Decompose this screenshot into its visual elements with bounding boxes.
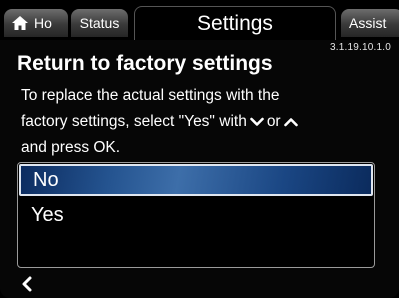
instruction-line-2: factory settings, select "Yes" with or	[21, 109, 391, 135]
chevron-down-icon	[250, 117, 264, 126]
version-number: 3.1.19.10.1.0	[330, 42, 391, 53]
option-yes-label: Yes	[31, 203, 64, 226]
back-arrow-icon[interactable]	[20, 275, 34, 293]
instruction-line-1: To replace the actual settings with the	[21, 87, 280, 104]
tab-home[interactable]: Ho	[4, 9, 68, 37]
instruction-line-2-text: factory settings, select "Yes" with	[21, 113, 247, 130]
tab-home-label: Ho	[34, 15, 52, 31]
instruction-or-text: or	[266, 113, 281, 130]
home-icon	[12, 16, 28, 30]
option-no-label: No	[33, 168, 59, 191]
page-title: Return to factory settings	[17, 52, 273, 75]
option-yes[interactable]: Yes	[19, 199, 373, 231]
option-no[interactable]: No	[19, 164, 373, 196]
option-list: No Yes	[17, 162, 375, 268]
tab-assist-label: Assist	[349, 15, 387, 31]
tab-settings-label: Settings	[197, 11, 273, 35]
device-screen: Ho Status Settings Assist 3.1.19.10.1.0 …	[0, 0, 399, 298]
tab-status[interactable]: Status	[71, 9, 128, 37]
chevron-up-icon	[283, 118, 298, 127]
instruction-text: To replace the actual settings with the …	[21, 83, 391, 161]
tab-settings[interactable]: Settings	[134, 6, 336, 40]
instruction-line-3: and press OK.	[21, 139, 121, 156]
tab-bar: Ho Status Settings Assist	[0, 0, 399, 40]
tab-status-label: Status	[79, 15, 120, 31]
tab-assist[interactable]: Assist	[341, 9, 399, 37]
